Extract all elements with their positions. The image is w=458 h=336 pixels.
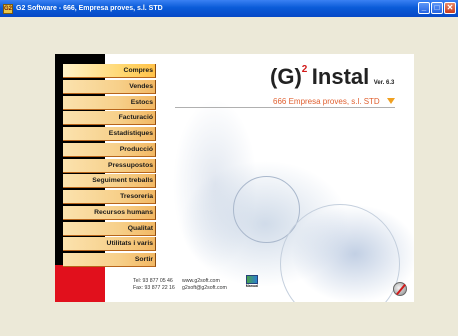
menu-item-produccio[interactable]: Producció [63,142,156,157]
window-title: G2 Software - 666, Empresa proves, s.l. … [16,5,163,12]
splash-panel: Compres Vendes Estocs Facturació Estadís… [55,54,414,302]
product-logo: (G)2 Instal Ver. 6.3 [270,64,394,90]
close-button[interactable]: ✕ [444,2,456,14]
main-menu: Compres Vendes Estocs Facturació Estadís… [63,64,156,269]
menu-item-seguiment-treballs[interactable]: Seguiment treballs [63,174,156,189]
manual-button[interactable]: Manual [245,275,259,291]
manual-label: Manual [245,284,259,288]
contact-web: www.g2soft.com g2soft@g2soft.com [182,278,227,292]
menu-item-utilitats[interactable]: Utilitats i varis [63,237,156,252]
menu-item-sortir[interactable]: Sortir [63,253,156,267]
maximize-button[interactable]: □ [431,2,443,14]
phone-number: Tel: 93 877 05 46 [133,278,173,284]
exit-slash [396,283,406,296]
menu-item-estocs[interactable]: Estocs [63,95,156,110]
menu-item-recursos-humans[interactable]: Recursos humans [63,205,156,220]
minimize-button[interactable]: _ [418,2,430,14]
exit-icon[interactable] [393,282,407,296]
menu-item-pressupostos[interactable]: Pressupostos [63,158,156,173]
contact-phone: Tel: 93 877 05 46 Fax: 93 877 22 16 [133,278,175,292]
menu-item-facturacio[interactable]: Facturació [63,111,156,126]
menu-item-tresoreria[interactable]: Tresoreria [63,190,156,204]
fax-number: Fax: 93 877 22 16 [133,285,175,291]
menu-item-compres[interactable]: Compres [63,64,156,78]
company-dropdown-arrow-icon[interactable] [387,98,395,104]
company-name: 666 Empresa proves, s.l. STD [273,97,380,106]
divider [175,107,395,108]
sidebar-red-block [55,265,105,302]
menu-item-estadistiques[interactable]: Estadístiques [63,127,156,141]
email-link[interactable]: g2soft@g2soft.com [182,285,227,292]
logo-product: Instal [311,64,370,89]
menu-item-vendes[interactable]: Vendes [63,79,156,94]
book-icon [246,275,258,284]
menu-item-qualitat[interactable]: Qualitat [63,221,156,236]
app-icon: G2 [3,3,13,14]
title-bar: G2 G2 Software - 666, Empresa proves, s.… [0,0,458,17]
website-link[interactable]: www.g2soft.com [182,278,227,285]
version-label: Ver. 6.3 [373,80,395,86]
logo-brand: (G) [270,64,302,89]
window-controls: _ □ ✕ [418,2,456,14]
logo-superscript: 2 [301,64,308,75]
